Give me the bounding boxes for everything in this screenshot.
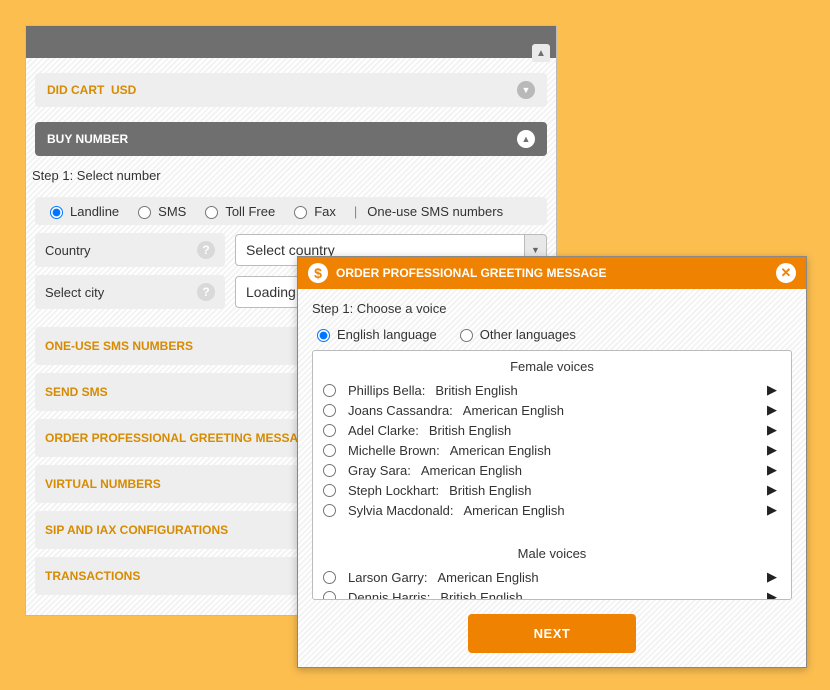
voice-language: American English (463, 403, 564, 418)
city-label: Select city ? (35, 275, 225, 309)
buy-number-label: BUY NUMBER (47, 132, 128, 146)
chevron-up-icon[interactable]: ▲ (517, 130, 535, 148)
voice-language: British English (429, 423, 511, 438)
voice-name: Joans Cassandra: (348, 403, 453, 418)
voice-radio[interactable] (323, 484, 336, 497)
panel-top-bar: ▲ (26, 26, 556, 58)
voice-radio[interactable] (323, 571, 336, 584)
number-type-selector: Landline SMS Toll Free Fax | One-use SMS… (35, 197, 547, 225)
voice-language: British English (440, 590, 522, 601)
did-cart-header[interactable]: DID CART USD ▼ (35, 73, 547, 107)
voice-language: American English (464, 503, 565, 518)
divider: | (354, 204, 357, 219)
voice-radio[interactable] (323, 444, 336, 457)
voice-language: American English (450, 443, 551, 458)
close-icon[interactable]: ✕ (776, 263, 796, 283)
country-label: Country ? (35, 233, 225, 267)
voice-row[interactable]: Adel Clarke: British English ▶ (313, 420, 791, 440)
next-button[interactable]: NEXT (468, 614, 636, 653)
voice-radio[interactable] (323, 504, 336, 517)
collapse-up-icon[interactable]: ▲ (532, 44, 550, 62)
chevron-down-icon[interactable]: ▼ (517, 81, 535, 99)
voice-name: Michelle Brown: (348, 443, 440, 458)
voice-language: British English (449, 483, 531, 498)
play-icon[interactable]: ▶ (767, 422, 777, 438)
radio-sms[interactable]: SMS (133, 203, 186, 219)
radio-other-lang[interactable]: Other languages (455, 326, 576, 342)
voice-name: Larson Garry: (348, 570, 427, 585)
voice-row[interactable]: Michelle Brown: American English ▶ (313, 440, 791, 460)
voice-radio[interactable] (323, 424, 336, 437)
did-cart-label: DID CART USD (47, 83, 136, 97)
voice-row[interactable]: Joans Cassandra: American English ▶ (313, 400, 791, 420)
voice-row[interactable]: Gray Sara: American English ▶ (313, 460, 791, 480)
voice-radio[interactable] (323, 384, 336, 397)
language-selector: English language Other languages (312, 326, 792, 342)
greeting-modal: $ ORDER PROFESSIONAL GREETING MESSAGE ✕ … (297, 256, 807, 668)
voice-row[interactable]: Dennis Harris: British English ▶ (313, 587, 791, 600)
radio-fax[interactable]: Fax (289, 203, 336, 219)
play-icon[interactable]: ▶ (767, 462, 777, 478)
radio-toll-free[interactable]: Toll Free (200, 203, 275, 219)
help-icon[interactable]: ? (197, 241, 215, 259)
voice-name: Adel Clarke: (348, 423, 419, 438)
radio-landline[interactable]: Landline (45, 203, 119, 219)
voice-name: Phillips Bella: (348, 383, 425, 398)
voice-name: Gray Sara: (348, 463, 411, 478)
step-label: Step 1: Select number (26, 168, 556, 183)
play-icon[interactable]: ▶ (767, 442, 777, 458)
voice-row[interactable]: Steph Lockhart: British English ▶ (313, 480, 791, 500)
voice-row[interactable]: Sylvia Macdonald: American English ▶ (313, 500, 791, 520)
voice-radio[interactable] (323, 591, 336, 601)
modal-header: $ ORDER PROFESSIONAL GREETING MESSAGE ✕ (298, 257, 806, 289)
voice-row[interactable]: Larson Garry: American English ▶ (313, 567, 791, 587)
voice-radio[interactable] (323, 464, 336, 477)
voice-radio[interactable] (323, 404, 336, 417)
voice-language: British English (435, 383, 517, 398)
play-icon[interactable]: ▶ (767, 589, 777, 600)
dollar-icon: $ (308, 263, 328, 283)
play-icon[interactable]: ▶ (767, 482, 777, 498)
buy-number-header[interactable]: BUY NUMBER ▲ (35, 122, 547, 156)
play-icon[interactable]: ▶ (767, 569, 777, 585)
radio-english[interactable]: English language (312, 326, 437, 342)
voice-name: Steph Lockhart: (348, 483, 439, 498)
voice-list: Female voices Phillips Bella: British Eng… (312, 350, 792, 600)
play-icon[interactable]: ▶ (767, 402, 777, 418)
modal-step-label: Step 1: Choose a voice (312, 301, 792, 316)
voice-language: American English (421, 463, 522, 478)
voice-row[interactable]: Phillips Bella: British English ▶ (313, 380, 791, 400)
play-icon[interactable]: ▶ (767, 382, 777, 398)
male-voices-title: Male voices (313, 542, 791, 567)
help-icon[interactable]: ? (197, 283, 215, 301)
voice-language: American English (437, 570, 538, 585)
one-use-sms-link[interactable]: One-use SMS numbers (367, 204, 503, 219)
play-icon[interactable]: ▶ (767, 502, 777, 518)
voice-name: Sylvia Macdonald: (348, 503, 454, 518)
modal-title: ORDER PROFESSIONAL GREETING MESSAGE (336, 266, 606, 280)
voice-name: Dennis Harris: (348, 590, 430, 601)
female-voices-title: Female voices (313, 355, 791, 380)
